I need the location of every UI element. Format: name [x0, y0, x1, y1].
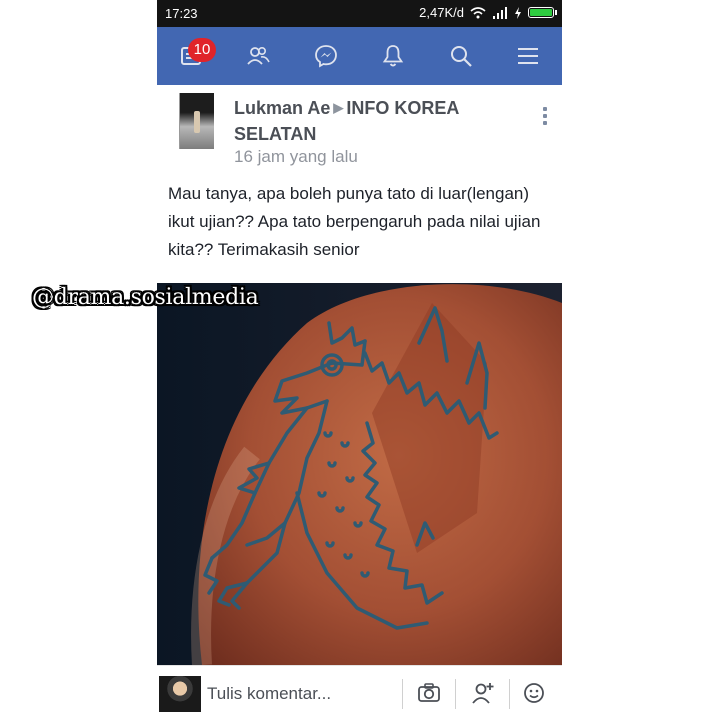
- tab-search[interactable]: [427, 27, 495, 85]
- emoji-icon[interactable]: [521, 680, 547, 706]
- tag-friend-icon[interactable]: [470, 680, 496, 706]
- wifi-icon: [470, 6, 486, 18]
- comment-input[interactable]: Tulis komentar...: [207, 684, 331, 704]
- more-options-icon[interactable]: [540, 107, 550, 129]
- menu-icon: [518, 48, 539, 64]
- tattoo-photo: [157, 283, 562, 665]
- status-bar: 17:23 2,47K/d: [157, 0, 562, 27]
- divider: [402, 679, 403, 709]
- arrow-right-icon: ▶: [333, 100, 344, 115]
- tab-menu[interactable]: [495, 27, 563, 85]
- camera-icon[interactable]: [416, 680, 442, 706]
- tab-messenger[interactable]: [292, 27, 360, 85]
- notification-count-badge: 10: [188, 38, 216, 62]
- phone-screen: 17:23 2,47K/d 10 Lukman Ae ▶ INFO KOREA …: [157, 0, 562, 720]
- post-header: Lukman Ae ▶ INFO KOREA SELATAN 16 jam yang…: [157, 85, 562, 175]
- divider: [509, 679, 510, 709]
- post-timestamp[interactable]: 16 jam yang lalu: [234, 147, 358, 167]
- status-icons: 2,47K/d: [419, 5, 557, 20]
- tab-news-feed[interactable]: 10: [157, 27, 225, 85]
- post-text: Mau tanya, apa boleh punya tato di luar(…: [168, 184, 541, 259]
- author-avatar[interactable]: [179, 93, 214, 149]
- comment-bar: Tulis komentar...: [157, 665, 562, 720]
- top-navbar: 10: [157, 27, 562, 85]
- search-icon: [450, 46, 472, 67]
- signal-icon: [493, 6, 507, 19]
- post-photo[interactable]: [157, 283, 562, 665]
- network-speed: 2,47K/d: [419, 5, 464, 20]
- user-avatar: [159, 676, 201, 712]
- charging-icon: [515, 6, 521, 19]
- divider: [455, 679, 456, 709]
- friends-icon: [247, 47, 270, 65]
- notifications-bell-icon: [383, 45, 404, 67]
- status-time: 17:23: [165, 6, 198, 21]
- tab-notifications[interactable]: [360, 27, 428, 85]
- battery-icon: [528, 7, 557, 18]
- watermark: @drama.sosialmedia: [32, 285, 259, 310]
- post-title: Lukman Ae ▶ INFO KOREA SELATAN: [234, 95, 524, 147]
- messenger-icon: [314, 45, 337, 68]
- author-name[interactable]: Lukman Ae: [234, 98, 330, 118]
- tab-friends[interactable]: [225, 27, 293, 85]
